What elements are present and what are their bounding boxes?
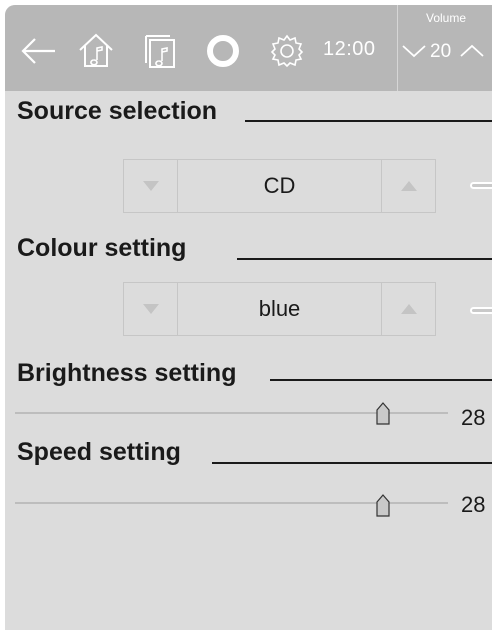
colour-side-handle[interactable]: [470, 307, 492, 314]
brightness-setting-rule: [270, 379, 492, 381]
triangle-up-icon: [400, 304, 417, 314]
speed-setting-heading: Speed setting: [17, 438, 181, 466]
colour-setting-rule: [237, 258, 492, 260]
speed-slider-thumb[interactable]: [376, 494, 390, 523]
volume-down-chevron-icon[interactable]: [401, 43, 427, 64]
colour-next-button[interactable]: [381, 283, 435, 335]
colour-setting-heading: Colour setting: [17, 234, 187, 262]
colour-selector: blue: [123, 282, 436, 336]
source-value: CD: [263, 173, 296, 198]
volume-divider: [397, 5, 398, 91]
source-selection-rule: [245, 120, 492, 122]
clock: 12:00: [323, 38, 376, 60]
gear-icon[interactable]: [267, 31, 307, 71]
home-music-icon[interactable]: [75, 31, 117, 71]
speed-value: 28: [461, 492, 486, 517]
speed-setting-rule: [212, 462, 492, 464]
brightness-slider-thumb[interactable]: [376, 402, 390, 431]
source-selector: CD: [123, 159, 436, 213]
source-next-button[interactable]: [381, 160, 435, 212]
volume-label: Volume: [425, 11, 467, 25]
triangle-up-icon: [400, 181, 417, 191]
volume-up-chevron-icon[interactable]: [459, 43, 485, 64]
source-selection-heading: Source selection: [17, 97, 218, 125]
music-library-icon[interactable]: [141, 31, 181, 71]
colour-value: blue: [258, 296, 301, 321]
brightness-setting-heading: Brightness setting: [17, 359, 237, 387]
back-arrow-icon[interactable]: [17, 31, 61, 71]
colour-previous-button[interactable]: [124, 283, 178, 335]
triangle-down-icon: [142, 304, 159, 314]
triangle-down-icon: [142, 181, 159, 191]
voice-assistant-icon[interactable]: [203, 31, 243, 71]
top-bar: 12:00 Volume 20: [5, 5, 492, 91]
source-previous-button[interactable]: [124, 160, 178, 212]
settings-panel: 12:00 Volume 20 Source selection CD Colo…: [5, 5, 492, 630]
brightness-value: 28: [461, 405, 486, 430]
volume-value: 20: [430, 41, 452, 62]
source-side-handle[interactable]: [470, 182, 492, 189]
